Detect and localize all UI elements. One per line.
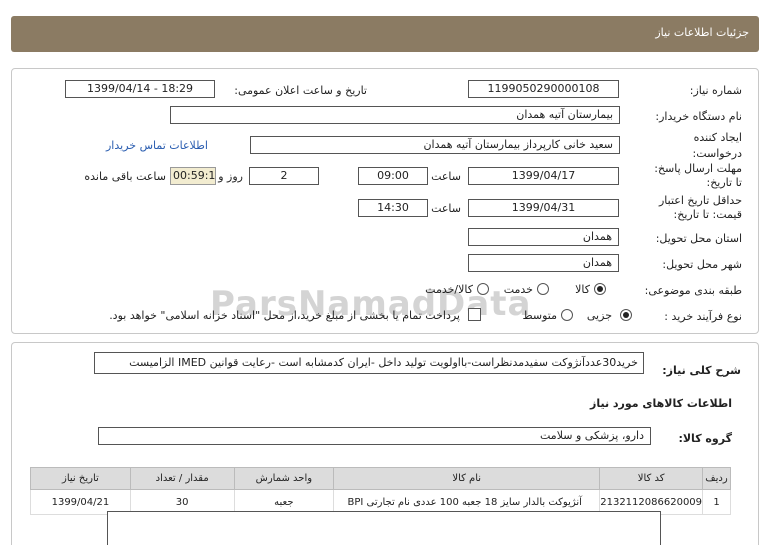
response-date-field: 1399/04/17 (468, 167, 619, 185)
process-option-medium: متوسط (522, 309, 557, 322)
remaining-time-field: 00:59:14 (170, 167, 216, 185)
category-option-goods: کالا (575, 283, 590, 296)
col-unit: واحد شمارش (233, 467, 335, 490)
delivery-province-field: همدان (468, 228, 619, 246)
category-radio-goods[interactable] (594, 283, 606, 295)
remaining-time-label: ساعت باقی مانده (84, 170, 166, 183)
buyer-contact-link[interactable]: اطلاعات تماس خریدار (106, 139, 208, 152)
category-option-goods-service: کالا/خدمت (425, 283, 473, 296)
category-radio-service[interactable] (537, 283, 549, 295)
col-quantity: مقدار / تعداد (129, 467, 235, 490)
col-row-number: ردیف (702, 467, 731, 490)
col-need-date: تاریخ نیاز (30, 467, 131, 490)
delivery-province-label: استان محل تحویل: (655, 232, 742, 245)
purchase-process-label: نوع فرآیند خرید : (664, 310, 742, 323)
category-radio-goods-service[interactable] (477, 283, 489, 295)
need-number-field: 1199050290000108 (468, 80, 619, 98)
description-label: شرح کلی نیاز: (662, 364, 741, 377)
process-radio-minor[interactable] (620, 309, 632, 321)
col-goods-name: نام کالا (333, 467, 601, 490)
requester-label: ایجاد کننده درخواست: (692, 131, 742, 160)
price-validity-time-field: 14:30 (358, 199, 428, 217)
response-deadline-label: مهلت ارسال پاسخ: تا تاریخ: (654, 162, 742, 189)
buyer-org-label: نام دستگاه خریدار: (655, 110, 742, 123)
delivery-city-field: همدان (468, 254, 619, 272)
price-validity-label: حداقل تاریخ اعتبار قیمت: تا تاریخ: (658, 194, 742, 221)
treasury-payment-checkbox[interactable] (468, 308, 481, 321)
goods-group-label: گروه کالا: (678, 432, 732, 445)
category-option-service: خدمت (503, 283, 533, 296)
description-field: خرید30عددآنژوکت سفیدمدنظراست-بااولویت تو… (94, 352, 644, 374)
col-goods-code: کد کالا (599, 467, 704, 490)
cell-row-number: 1 (702, 489, 731, 515)
price-validity-time-label: ساعت (431, 202, 461, 215)
buyer-org-field: بیمارستان آتیه همدان (170, 106, 620, 124)
delivery-city-label: شهر محل تحویل: (662, 258, 742, 271)
goods-table: ردیف کد کالا نام کالا واحد شمارش مقدار /… (30, 467, 731, 515)
announce-datetime-label: تاریخ و ساعت اعلان عمومی: (234, 84, 367, 97)
category-label: طبقه بندی موضوعی: (644, 284, 742, 297)
process-radio-medium[interactable] (561, 309, 573, 321)
goods-info-title: اطلاعات کالاهای مورد نیاز (590, 397, 732, 410)
page-header: جزئیات اطلاعات نیاز (11, 16, 759, 52)
process-option-minor: جزیی (586, 309, 612, 322)
response-time-label: ساعت (431, 170, 461, 183)
goods-group-field: دارو، پزشکی و سلامت (98, 427, 651, 445)
treasury-payment-note: پرداخت تمام یا بخشی از مبلغ خرید،از محل … (109, 309, 460, 322)
price-validity-date-field: 1399/04/31 (468, 199, 619, 217)
requester-field: سعید خانی کارپرداز بیمارستان آتیه همدان (250, 136, 620, 154)
page-title: جزئیات اطلاعات نیاز (655, 26, 749, 39)
table-header-row: ردیف کد کالا نام کالا واحد شمارش مقدار /… (30, 467, 731, 490)
response-time-field: 09:00 (358, 167, 428, 185)
announce-datetime-field: 1399/04/14 - 18:29 (65, 80, 215, 98)
remaining-days-label: روز و (218, 170, 243, 183)
buyer-notes-box (107, 511, 661, 545)
need-number-label: شماره نیاز: (689, 84, 742, 97)
remaining-days-field: 2 (249, 167, 319, 185)
